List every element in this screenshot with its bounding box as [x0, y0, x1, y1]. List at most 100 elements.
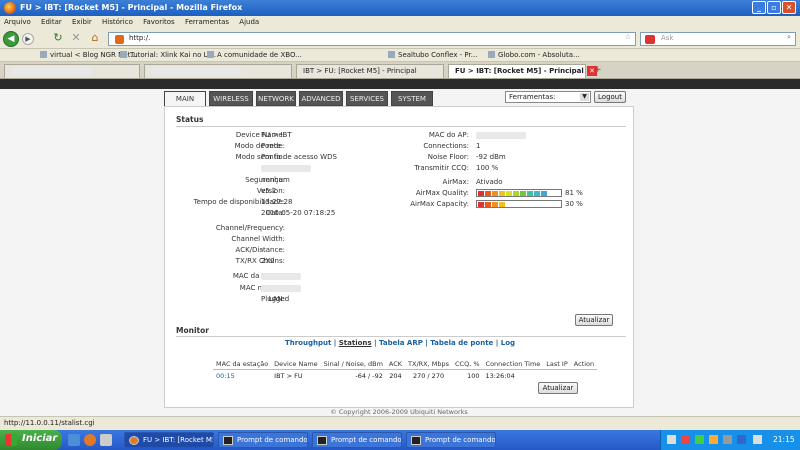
status-value: Ponte — [261, 142, 281, 150]
quicklaunch-icon[interactable] — [100, 434, 112, 446]
tab-services[interactable]: SERVICES — [346, 91, 388, 106]
station-action — [571, 370, 597, 383]
bar-segment — [485, 191, 491, 196]
status-value: FU > IBT — [261, 131, 292, 139]
url-text: http:/. — [129, 34, 151, 42]
station-signal: -64 / -92 — [355, 372, 383, 380]
station-ack: 204 — [389, 372, 402, 380]
menu-historico[interactable]: Histórico — [102, 18, 133, 26]
url-bar[interactable]: http:/. ☆ — [108, 32, 636, 46]
column-header: TX/RX, Mbps — [405, 359, 453, 370]
copyright: © Copyright 2006-2009 Ubiquiti Networks — [330, 408, 468, 416]
station-conn-time: 13:26:04 — [485, 372, 515, 380]
window-title: FU > IBT: [Rocket M5] - Principal - Mozi… — [20, 3, 243, 12]
taskbar-item-cmd[interactable]: Prompt de comando -... — [312, 432, 402, 448]
windows-logo-icon — [5, 434, 17, 446]
menu-editar[interactable]: Editar — [41, 18, 62, 26]
status-value: 1 — [476, 142, 481, 150]
search-input[interactable]: Ask ⌕ — [640, 32, 796, 46]
link-log[interactable]: Log — [501, 339, 515, 347]
tray-icon[interactable] — [667, 435, 676, 444]
bar-segment — [520, 191, 526, 196]
bookmarks-bar: virtual < Blog NGR Net... Tutorial: Xlin… — [0, 49, 800, 62]
tab-blurred[interactable] — [4, 64, 140, 78]
link-arp-table[interactable]: Tabela ARP — [379, 339, 423, 347]
status-label: Channel Width: — [231, 235, 285, 243]
station-mac-link[interactable]: 00:15 — [213, 370, 271, 383]
tray-icon[interactable] — [723, 435, 732, 444]
tray-icon[interactable] — [681, 435, 690, 444]
quicklaunch-icon[interactable] — [68, 434, 80, 446]
logout-button[interactable]: Logout — [594, 91, 626, 103]
back-icon[interactable]: ◀ — [3, 31, 19, 47]
menu-arquivo[interactable]: Arquivo — [4, 18, 31, 26]
tab-blurred[interactable] — [144, 64, 292, 78]
bookmark-item[interactable]: Globo.com - Absoluta... — [488, 51, 580, 59]
tab-advanced[interactable]: ADVANCED — [299, 91, 343, 106]
station-device: IBT > FU — [274, 372, 303, 380]
link-throughput[interactable]: Throughput — [285, 339, 331, 347]
tab-system[interactable]: SYSTEM — [391, 91, 433, 106]
firefox-icon — [4, 2, 16, 14]
status-url: http://11.0.0.11/stalist.cgi — [4, 419, 95, 427]
bookmark-item[interactable]: Tutorial: Xlink Kai no Li... — [120, 51, 216, 59]
bookmark-star-icon[interactable]: ☆ — [625, 33, 631, 41]
bar-segment — [485, 202, 491, 207]
link-bridge-table[interactable]: Tabela de ponte — [430, 339, 493, 347]
bar-segment — [499, 191, 505, 196]
bar-segment — [513, 191, 519, 196]
status-label: MAC do AP: — [428, 131, 469, 139]
redacted-value — [476, 132, 526, 139]
refresh-status-button[interactable]: Atualizar — [575, 314, 613, 326]
menu-exibir[interactable]: Exibir — [72, 18, 92, 26]
status-value: 100 % — [476, 164, 499, 172]
status-label: Transmitir CCQ: — [414, 164, 469, 172]
bar-segment — [541, 191, 547, 196]
menu-ajuda[interactable]: Ajuda — [239, 18, 259, 26]
status-value: 2X2 — [261, 257, 275, 265]
forward-icon[interactable]: ▶ — [22, 33, 34, 45]
minimize-button[interactable]: _ — [752, 1, 766, 14]
clock: 21:15 — [773, 435, 795, 444]
firefox-quicklaunch-icon[interactable] — [84, 434, 96, 446]
search-engine-icon[interactable] — [645, 35, 655, 44]
stop-icon[interactable]: ✕ — [68, 31, 84, 47]
tray-icon[interactable] — [737, 435, 746, 444]
refresh-monitor-button[interactable]: Atualizar — [538, 382, 578, 394]
airmax-capacity-bar — [476, 200, 562, 208]
taskbar-item-cmd[interactable]: Prompt de comando -... — [218, 432, 308, 448]
tray-icon[interactable] — [709, 435, 718, 444]
status-value: Ponto de acesso WDS — [261, 153, 337, 161]
tools-select[interactable]: Ferramentas: ▼ — [505, 91, 591, 103]
tab-wireless[interactable]: WIRELESS — [209, 91, 253, 106]
taskbar-item-cmd[interactable]: Prompt de comando -... — [406, 432, 496, 448]
bookmark-item[interactable]: Sealtubo Conflex - Pr... — [388, 51, 477, 59]
status-value: nenhum — [261, 176, 290, 184]
search-icon[interactable]: ⌕ — [787, 33, 791, 42]
tab-network[interactable]: NETWORK — [256, 91, 296, 106]
start-button[interactable]: Iniciar — [0, 430, 62, 450]
column-header: Connection Time — [482, 359, 544, 370]
reload-icon[interactable]: ↻ — [50, 31, 66, 47]
status-value: - — [261, 246, 264, 254]
status-label: ACK/Distance: — [235, 246, 285, 254]
tab-bar: IBT > FU: [Rocket M5] - Principal FU > I… — [0, 62, 800, 79]
tab-ibt-fu[interactable]: IBT > FU: [Rocket M5] - Principal — [296, 64, 444, 78]
new-tab-icon[interactable]: + — [594, 65, 602, 75]
airmax-quality-label: AirMax Quality: — [415, 189, 469, 197]
menu-ferramentas[interactable]: Ferramentas — [185, 18, 229, 26]
station-last-ip — [543, 370, 570, 383]
taskbar-item-firefox[interactable]: FU > IBT: [Rocket M5]... — [124, 432, 214, 448]
link-stations[interactable]: Stations — [339, 339, 372, 347]
maximize-button[interactable]: ▫ — [767, 1, 781, 14]
home-icon[interactable]: ⌂ — [87, 31, 103, 47]
menu-favoritos[interactable]: Favoritos — [143, 18, 175, 26]
status-label: Noise Floor: — [427, 153, 469, 161]
bookmark-item[interactable]: A comunidade de XBO... — [207, 51, 302, 59]
volume-icon[interactable] — [753, 435, 762, 444]
tray-icon[interactable] — [695, 435, 704, 444]
tab-main[interactable]: MAIN — [164, 91, 206, 106]
bar-segment — [478, 202, 484, 207]
close-button[interactable]: ✕ — [782, 1, 796, 14]
tab-fu-ibt[interactable]: FU > IBT: [Rocket M5] - Principal ✕ — [448, 64, 597, 78]
